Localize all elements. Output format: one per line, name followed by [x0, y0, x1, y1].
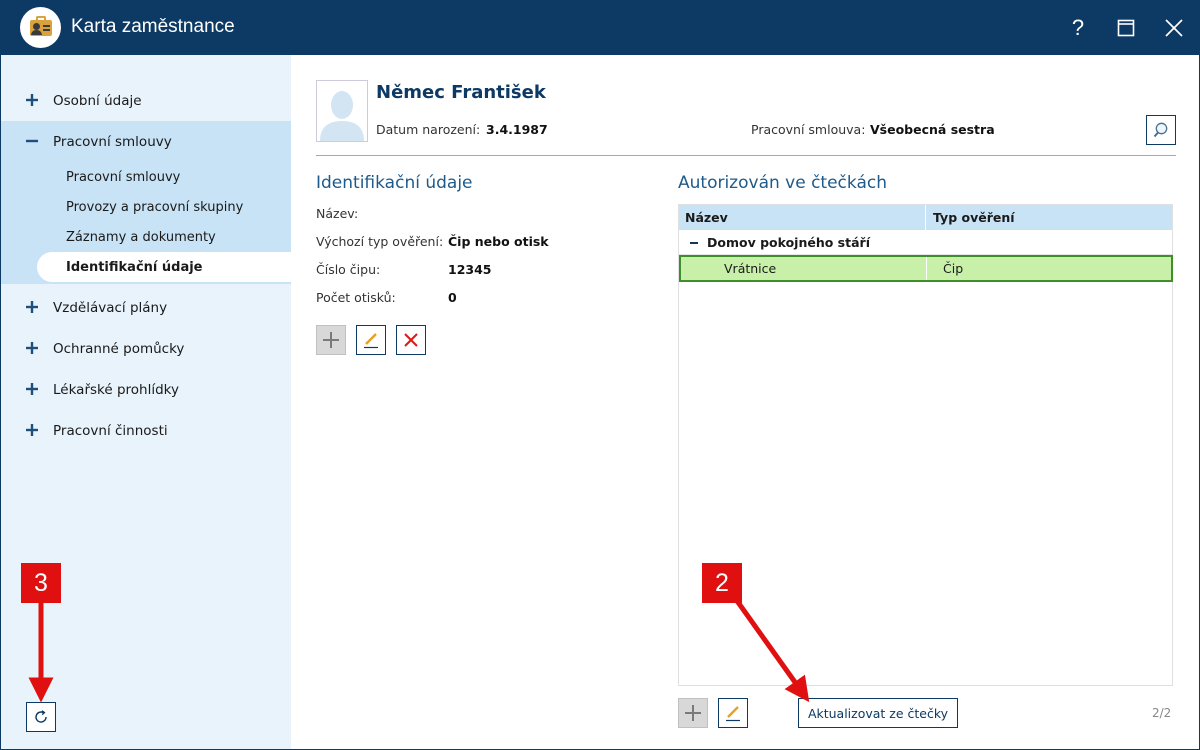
refresh-icon: [35, 710, 47, 723]
birth-date-value: 3.4.1987: [486, 122, 548, 137]
reader-name: Vrátnice: [724, 261, 777, 276]
annotation-badge-3: 3: [21, 563, 61, 603]
add-button[interactable]: [316, 325, 346, 355]
sidebar-subitem-label: Pracovní smlouvy: [66, 169, 181, 185]
contract-label: Pracovní smlouva:: [751, 122, 866, 137]
pencil-icon: [726, 706, 740, 722]
help-button[interactable]: ?: [1060, 10, 1096, 46]
sidebar-item-label: Ochranné pomůcky: [53, 340, 185, 357]
plus-icon: [26, 301, 38, 313]
update-from-reader-button[interactable]: Aktualizovat ze čtečky: [798, 698, 958, 728]
readers-table: Název Typ ověření Domov pokojného stáří …: [678, 204, 1173, 686]
sidebar-item-label: Osobní údaje: [53, 92, 142, 109]
title-bar: Karta zaměstnance ?: [0, 0, 1200, 55]
sidebar-item-personal[interactable]: Osobní údaje: [1, 80, 291, 121]
person-silhouette-icon: [320, 91, 364, 141]
page-indicator: 2/2: [1152, 706, 1172, 720]
employee-card-icon: [20, 7, 61, 48]
employee-photo: [316, 80, 368, 142]
sidebar-item-label: Pracovní smlouvy: [53, 133, 172, 150]
birth-date-label: Datum narození:: [376, 122, 481, 137]
group-label: Domov pokojného stáří: [707, 235, 870, 250]
field-fingerprint-count-label: Počet otisků:: [316, 290, 396, 305]
sidebar-subitem-label: Identifikační údaje: [66, 259, 203, 275]
column-header-name[interactable]: Název: [685, 210, 728, 225]
header-divider: [316, 155, 1176, 156]
plus-icon: [26, 94, 38, 106]
window-title: Karta zaměstnance: [71, 16, 235, 37]
close-icon: [1165, 19, 1183, 37]
annotation-badge-2: 2: [702, 563, 742, 603]
plus-icon: [323, 332, 339, 348]
sidebar-subitem-identification[interactable]: Identifikační údaje: [37, 252, 291, 282]
search-icon: [1153, 122, 1168, 138]
refresh-button[interactable]: [26, 702, 56, 732]
minus-icon: [26, 139, 38, 143]
edit-button[interactable]: [356, 325, 386, 355]
plus-icon: [26, 342, 38, 354]
plus-icon: [26, 424, 38, 436]
delete-button[interactable]: [396, 325, 426, 355]
sidebar-subitem-contracts[interactable]: Pracovní smlouvy: [37, 162, 291, 192]
delete-icon: [404, 333, 418, 347]
identification-title: Identifikační údaje: [316, 173, 473, 193]
field-name-label: Název:: [316, 206, 359, 221]
maximize-button[interactable]: [1108, 10, 1144, 46]
close-button[interactable]: [1156, 10, 1192, 46]
sidebar-item-label: Pracovní činnosti: [53, 422, 168, 439]
sidebar-subitem-label: Záznamy a dokumenty: [66, 229, 216, 245]
sidebar-subitem-records[interactable]: Záznamy a dokumenty: [37, 222, 291, 252]
table-group-row[interactable]: Domov pokojného stáří: [679, 230, 1172, 255]
sidebar-subitem-label: Provozy a pracovní skupiny: [66, 199, 244, 215]
table-row[interactable]: Vrátnice Čip: [679, 255, 1173, 282]
field-fingerprint-count-value: 0: [448, 290, 457, 305]
search-button[interactable]: [1146, 115, 1176, 145]
sidebar-subitem-workgroups[interactable]: Provozy a pracovní skupiny: [37, 192, 291, 222]
sidebar-item-label: Lékařské prohlídky: [53, 381, 179, 398]
plus-icon: [685, 705, 701, 721]
sidebar-item-protective-aids[interactable]: Ochranné pomůcky: [1, 328, 291, 369]
contract-value: Všeobecná sestra: [870, 122, 995, 137]
column-header-auth-type[interactable]: Typ ověření: [933, 210, 1015, 225]
edit-reader-button[interactable]: [718, 698, 748, 728]
column-separator: [926, 257, 927, 280]
sidebar-item-education[interactable]: Vzdělávací plány: [1, 287, 291, 328]
maximize-icon: [1117, 19, 1135, 37]
field-chip-number-value: 12345: [448, 262, 492, 277]
sidebar-item-medical-checks[interactable]: Lékařské prohlídky: [1, 369, 291, 410]
field-auth-type-label: Výchozí typ ověření:: [316, 234, 444, 249]
field-auth-type-value: Čip nebo otisk: [448, 234, 549, 249]
collapse-icon[interactable]: [690, 242, 698, 244]
plus-icon: [26, 383, 38, 395]
readers-title: Autorizován ve čtečkách: [678, 173, 887, 193]
sidebar-section-contracts: Pracovní smlouvy Pracovní smlouvy Provoz…: [1, 121, 291, 284]
pencil-icon: [364, 333, 378, 349]
sidebar-item-label: Vzdělávací plány: [53, 299, 168, 316]
reader-auth-type: Čip: [943, 261, 964, 276]
sidebar-item-contracts[interactable]: Pracovní smlouvy: [1, 121, 291, 162]
field-chip-number-label: Číslo čipu:: [316, 262, 381, 277]
sidebar: Osobní údaje Pracovní smlouvy Pracovní s…: [1, 55, 291, 749]
sidebar-item-work-activities[interactable]: Pracovní činnosti: [1, 410, 291, 451]
employee-name: Němec František: [376, 82, 546, 103]
add-reader-button[interactable]: [678, 698, 708, 728]
